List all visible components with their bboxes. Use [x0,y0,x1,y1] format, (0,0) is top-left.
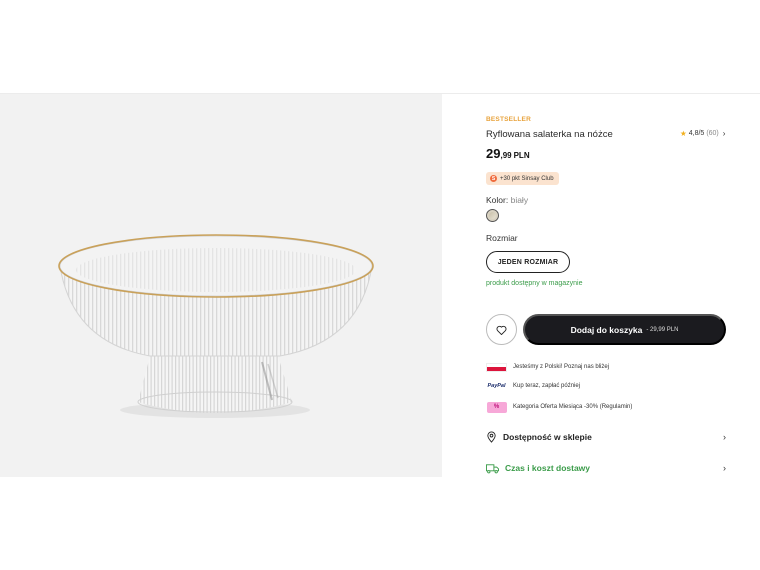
truck-icon [486,463,499,473]
chevron-right-icon: › [723,463,726,473]
price-currency: PLN [513,151,530,160]
price-integer: 29 [486,146,501,161]
product-image[interactable] [0,94,442,477]
store-availability-link[interactable]: Dostępność w sklepie › [486,429,726,445]
price-decimal: ,99 [500,151,512,160]
add-to-cart-label: Dodaj do koszyka [570,324,643,335]
promo-poland[interactable]: Jesteśmy z Polski! Poznaj nas bliżej [486,361,609,373]
size-label: Rozmiar [486,233,518,243]
promo-paypal-text: Kup teraz, zapłać później [513,383,581,389]
wishlist-button[interactable] [486,314,517,345]
add-to-cart-price: - 29,99 PLN [646,326,679,333]
location-pin-icon [487,431,496,443]
add-to-cart-button[interactable]: Dodaj do koszyka - 29,99 PLN [523,314,726,345]
color-label-text: Kolor: [486,195,509,205]
club-points-badge: S +30 pkt Sinsay Club [486,172,559,185]
stock-status: produkt dostępny w magazynie [486,280,583,287]
glass-bowl-illustration [58,234,374,418]
size-one-size-button[interactable]: JEDEN ROZMIAR [486,251,570,273]
club-points-text: +30 pkt Sinsay Club [500,175,554,182]
color-label: Kolor: biały [486,195,528,205]
color-value: biały [510,195,529,205]
rating-score: 4,8/5 [688,130,705,137]
delivery-info-link[interactable]: Czas i koszt dostawy › [486,460,726,476]
club-icon: S [490,175,497,182]
promo-offer[interactable]: % Kategoria Oferta Miesiąca -30% (Regula… [486,401,632,413]
color-swatch-white[interactable] [486,209,499,222]
promo-offer-text: Kategoria Oferta Miesiąca -30% (Regulami… [513,404,633,410]
chevron-right-icon: › [722,129,726,138]
heart-icon [496,325,507,335]
poland-flag-icon [486,362,507,372]
paypal-icon: PayPal [487,383,506,389]
star-icon: ★ [680,129,687,138]
rating-count: (60) [706,130,719,137]
promo-poland-text: Jesteśmy z Polski! Poznaj nas bliżej [513,364,610,370]
product-price: 29,99 PLN [486,145,530,163]
promo-paypal[interactable]: PayPal Kup teraz, zapłać później [486,380,580,392]
chevron-right-icon: › [723,432,726,442]
bestseller-badge: BESTSELLER [486,116,531,123]
rating-link[interactable]: ★ 4,8/5 (60) › [680,129,725,138]
delivery-info-label: Czas i koszt dostawy [505,463,591,473]
store-availability-label: Dostępność w sklepie [503,432,592,442]
product-title: Ryflowana salaterka na nóżce [486,129,613,140]
tag-icon: % [486,401,507,413]
